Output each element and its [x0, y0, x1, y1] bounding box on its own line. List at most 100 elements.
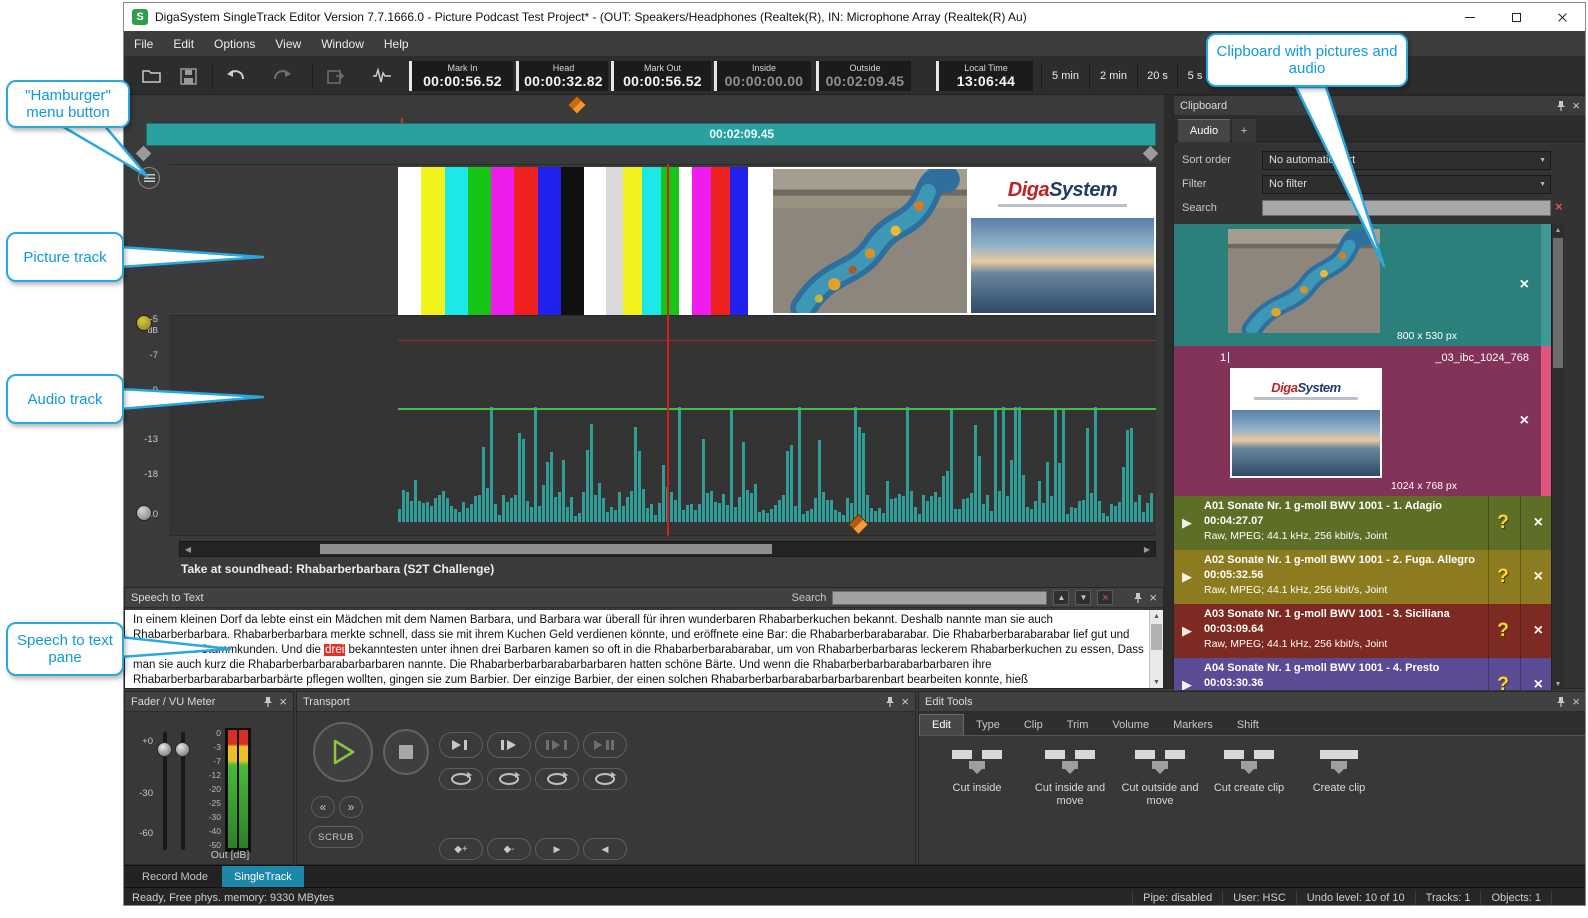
- pin-icon[interactable]: [1556, 100, 1566, 112]
- range-diamond-right[interactable]: [1143, 146, 1159, 162]
- tab-markers[interactable]: Markers: [1161, 715, 1225, 735]
- timeline-scrollbar[interactable]: ◀ ▶: [179, 541, 1156, 557]
- volume-envelope-line[interactable]: [398, 408, 1156, 410]
- zoom-preset-2min[interactable]: 2 min: [1089, 63, 1137, 89]
- stop-button[interactable]: [383, 729, 429, 775]
- play-to-out-button[interactable]: [439, 732, 483, 758]
- undo-icon[interactable]: [224, 64, 248, 88]
- remove-item-icon[interactable]: ×: [1534, 568, 1543, 586]
- tab-type[interactable]: Type: [964, 715, 1012, 735]
- tab-volume[interactable]: Volume: [1100, 715, 1161, 735]
- digasystem-splash-image[interactable]: DigaSystem: [969, 167, 1156, 315]
- tab-record-mode[interactable]: Record Mode: [130, 866, 220, 888]
- question-icon[interactable]: [1489, 674, 1517, 690]
- play-outside-button[interactable]: [583, 732, 627, 758]
- loop-all-button[interactable]: [583, 768, 627, 790]
- skip-back-button[interactable]: «: [311, 796, 335, 818]
- question-icon[interactable]: [1489, 512, 1517, 534]
- menu-help[interactable]: Help: [374, 37, 419, 51]
- search-clear-icon[interactable]: ×: [1097, 590, 1113, 605]
- search-down-icon[interactable]: ▼: [1075, 590, 1091, 605]
- lizard-mosaic-image[interactable]: [771, 167, 969, 315]
- item-index[interactable]: 1: [1220, 352, 1229, 364]
- tab-audio[interactable]: Audio: [1178, 119, 1230, 142]
- tool-cut-create-clip[interactable]: Cut create clip: [1207, 748, 1291, 795]
- tab-clip[interactable]: Clip: [1012, 715, 1055, 735]
- close-panel-icon[interactable]: ×: [901, 695, 909, 708]
- play-from-in-button[interactable]: [487, 732, 531, 758]
- scroll-right-icon[interactable]: ▶: [1139, 542, 1155, 556]
- speech-scrollbar[interactable]: ▲ ▼: [1149, 610, 1163, 688]
- fader-knob-icon[interactable]: [136, 505, 152, 521]
- menu-edit[interactable]: Edit: [163, 37, 204, 51]
- scroll-left-icon[interactable]: ◀: [180, 542, 196, 556]
- scroll-down-icon[interactable]: ▼: [1552, 678, 1564, 690]
- open-icon[interactable]: [140, 64, 164, 88]
- audio-track[interactable]: [169, 316, 1156, 536]
- clipboard-scrollbar[interactable]: ▲ ▼: [1551, 224, 1564, 690]
- sort-order-dropdown[interactable]: No automatic sort: [1262, 151, 1551, 170]
- scrollbar-thumb[interactable]: [1553, 238, 1563, 368]
- tool-cut-outside-move[interactable]: Cut outside and move: [1118, 748, 1202, 808]
- overview-range-bar[interactable]: 00:02:09.45: [146, 123, 1156, 146]
- waveform-edit-icon[interactable]: [370, 64, 394, 88]
- scroll-up-icon[interactable]: ▲: [1150, 610, 1163, 622]
- scroll-up-icon[interactable]: ▲: [1552, 224, 1564, 236]
- remove-item-icon[interactable]: ×: [1520, 412, 1529, 430]
- speech-text-area[interactable]: In einem kleinen Dorf da lebte einst ein…: [125, 610, 1163, 688]
- speech-search-input[interactable]: [832, 591, 1047, 605]
- play-icon[interactable]: [1182, 677, 1192, 690]
- close-panel-icon[interactable]: ×: [1149, 591, 1157, 604]
- add-marker-button[interactable]: ◆+: [439, 838, 483, 860]
- clipboard-search-input[interactable]: [1262, 200, 1551, 216]
- play-icon[interactable]: [1182, 569, 1192, 585]
- play-button[interactable]: [313, 722, 373, 782]
- add-tab-button[interactable]: +: [1232, 119, 1256, 142]
- tab-singletrack[interactable]: SingleTrack: [222, 866, 304, 888]
- pin-icon[interactable]: [1133, 592, 1143, 604]
- close-button[interactable]: [1539, 3, 1585, 31]
- search-up-icon[interactable]: ▲: [1053, 590, 1069, 605]
- menu-window[interactable]: Window: [311, 37, 374, 51]
- clipboard-item-picture[interactable]: 800 x 530 px ×: [1174, 224, 1551, 346]
- colorbars-light-image[interactable]: [584, 167, 771, 315]
- menu-file[interactable]: File: [124, 37, 163, 51]
- question-icon[interactable]: [1489, 620, 1517, 642]
- save-icon[interactable]: [176, 64, 200, 88]
- clipboard-item-audio[interactable]: A03 Sonate Nr. 1 g-moll BWV 1001 - 3. Si…: [1174, 604, 1551, 658]
- fader-knob-left[interactable]: [157, 742, 172, 757]
- tool-create-clip[interactable]: Create clip: [1297, 748, 1381, 795]
- picture-track[interactable]: DigaSystem: [169, 164, 1156, 316]
- scrub-button[interactable]: SCRUB: [309, 826, 363, 848]
- skip-forward-button[interactable]: »: [339, 796, 363, 818]
- export-icon[interactable]: [324, 64, 348, 88]
- remove-item-icon[interactable]: ×: [1534, 514, 1543, 532]
- filter-dropdown[interactable]: No filter: [1262, 175, 1551, 194]
- clipboard-item-audio[interactable]: A02 Sonate Nr. 1 g-moll BWV 1001 - 2. Fu…: [1174, 550, 1551, 604]
- question-icon[interactable]: [1489, 566, 1517, 588]
- scrollbar-thumb[interactable]: [320, 544, 772, 554]
- tool-cut-inside-move[interactable]: Cut inside and move: [1028, 748, 1112, 808]
- play-icon[interactable]: [1182, 515, 1192, 531]
- remove-item-icon[interactable]: ×: [1520, 276, 1529, 294]
- search-clear-icon[interactable]: ×: [1555, 199, 1563, 214]
- clipboard-item-picture[interactable]: 1 _03_ibc_1024_768 DigaSystem 1024 x 768…: [1174, 346, 1551, 496]
- remove-item-icon[interactable]: ×: [1534, 622, 1543, 640]
- menu-options[interactable]: Options: [204, 37, 265, 51]
- colorbars-image[interactable]: [398, 167, 584, 315]
- prev-marker-button[interactable]: ◀: [583, 838, 627, 860]
- tab-shift[interactable]: Shift: [1225, 715, 1271, 735]
- highlighted-word[interactable]: drei: [324, 644, 345, 656]
- scroll-down-icon[interactable]: ▼: [1150, 676, 1163, 688]
- loop-button[interactable]: [439, 768, 483, 790]
- scrollbar-thumb[interactable]: [1151, 624, 1162, 650]
- close-panel-icon[interactable]: ×: [1572, 99, 1580, 112]
- play-icon[interactable]: [1182, 623, 1192, 639]
- range-diamond-left[interactable]: [136, 146, 152, 162]
- tool-cut-inside[interactable]: Cut inside: [935, 748, 1019, 795]
- remove-item-icon[interactable]: ×: [1534, 676, 1543, 690]
- remove-marker-button[interactable]: ◆-: [487, 838, 531, 860]
- audio-waveform[interactable]: [398, 407, 1156, 522]
- soundhead-marker[interactable]: [567, 95, 587, 115]
- menu-view[interactable]: View: [265, 37, 311, 51]
